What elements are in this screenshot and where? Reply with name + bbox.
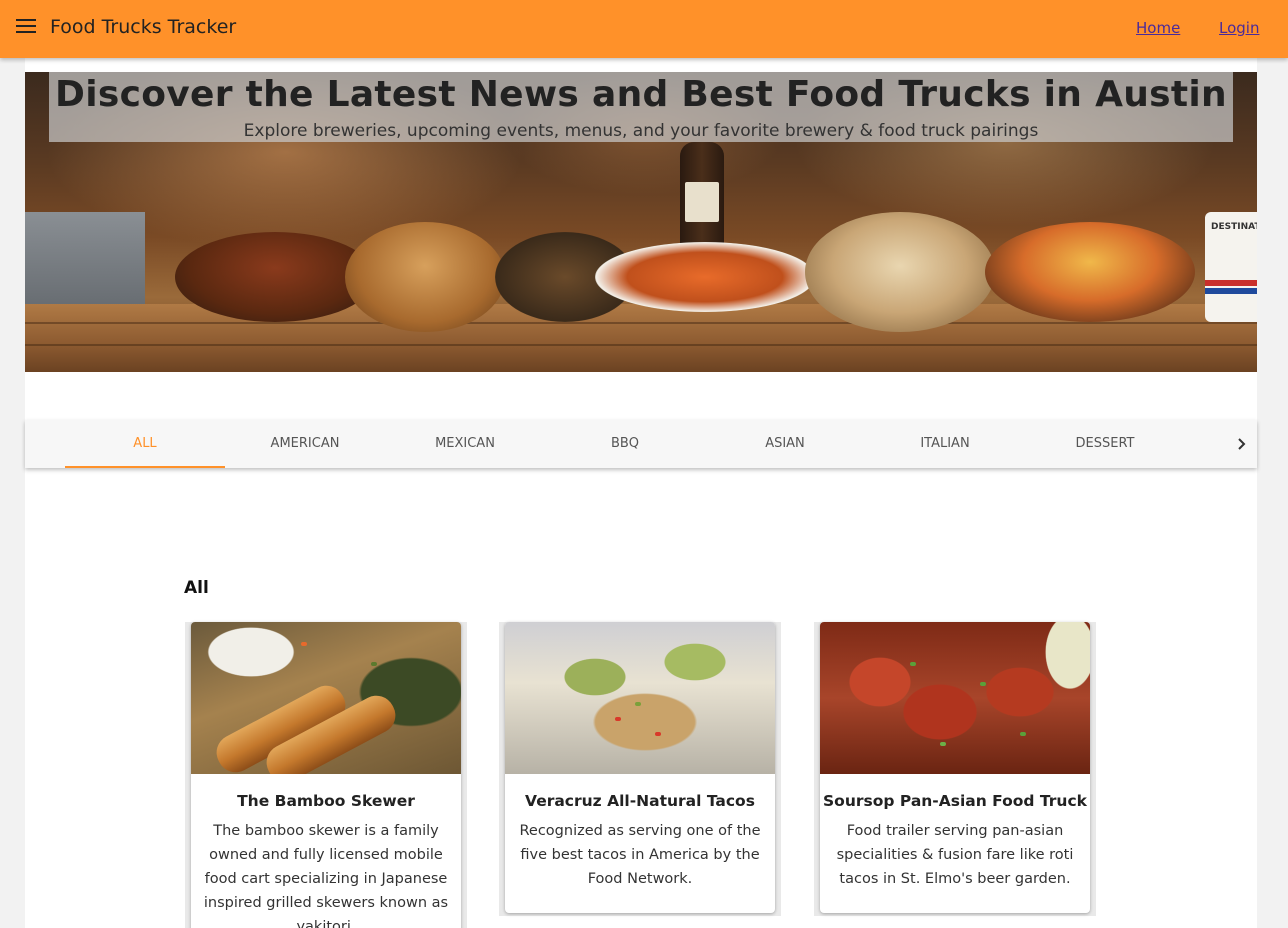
- card-title: Soursop Pan-Asian Food Truck: [823, 792, 1087, 810]
- card-image: [820, 622, 1090, 774]
- hero-banner: Discover the Latest News and Best Food T…: [49, 72, 1233, 142]
- main-content: DESTINATI Discover the Latest News and B…: [25, 58, 1257, 928]
- card-container: Veracruz All-Natural Tacos Recognized as…: [499, 622, 781, 916]
- tab-italian[interactable]: Italian: [865, 420, 1025, 468]
- card-title: Veracruz All-Natural Tacos: [525, 792, 755, 810]
- mug-text: DESTINATI: [1211, 222, 1257, 232]
- tab-dessert[interactable]: Dessert: [1025, 420, 1185, 468]
- active-tab-indicator: [65, 466, 225, 468]
- card-container: Soursop Pan-Asian Food Truck Food traile…: [814, 622, 1096, 916]
- hero-image: DESTINATI Discover the Latest News and B…: [25, 72, 1257, 372]
- tab-american[interactable]: American: [225, 420, 385, 468]
- card-image: [191, 622, 461, 774]
- section-title: All: [184, 578, 209, 598]
- food-truck-card[interactable]: The Bamboo Skewer The bamboo skewer is a…: [191, 622, 461, 928]
- nav-home-link[interactable]: Home: [1136, 19, 1180, 37]
- category-tabs: All American Mexican BBQ Asian Italian D…: [25, 420, 1257, 468]
- card-description: Food trailer serving pan-asian specialit…: [836, 823, 1074, 887]
- hero-title: Discover the Latest News and Best Food T…: [55, 74, 1227, 115]
- food-truck-card[interactable]: Veracruz All-Natural Tacos Recognized as…: [505, 622, 775, 913]
- card-image: [505, 622, 775, 774]
- hero-subtitle: Explore breweries, upcoming events, menu…: [243, 121, 1039, 141]
- menu-icon[interactable]: [16, 19, 36, 35]
- tab-all[interactable]: All: [65, 420, 225, 468]
- tab-asian[interactable]: Asian: [705, 420, 865, 468]
- card-description: The bamboo skewer is a family owned and …: [203, 823, 449, 928]
- food-truck-card[interactable]: Soursop Pan-Asian Food Truck Food traile…: [820, 622, 1090, 913]
- tab-bbq[interactable]: BBQ: [545, 420, 705, 468]
- nav-login-link[interactable]: Login: [1219, 19, 1259, 37]
- card-container: The Bamboo Skewer The bamboo skewer is a…: [185, 622, 467, 928]
- chevron-right-icon: [1238, 438, 1246, 450]
- tabs-scroll-next-button[interactable]: [1225, 420, 1257, 468]
- card-title: The Bamboo Skewer: [237, 792, 415, 810]
- app-bar: Food Trucks Tracker Home Login: [0, 0, 1288, 58]
- app-title: Food Trucks Tracker: [50, 16, 237, 38]
- tab-mexican[interactable]: Mexican: [385, 420, 545, 468]
- card-description: Recognized as serving one of the five be…: [519, 823, 761, 887]
